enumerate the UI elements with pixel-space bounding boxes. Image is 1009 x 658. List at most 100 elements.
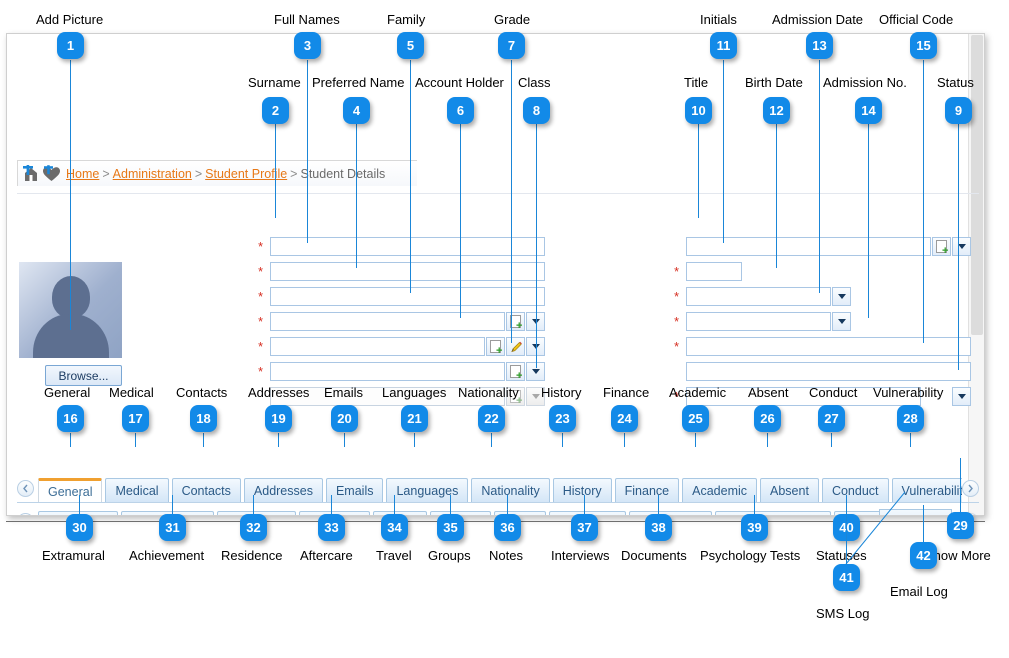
form-column-left: * * * * + * + * + + — [125, 234, 545, 409]
field-wrapper — [270, 262, 545, 281]
tab-general[interactable]: General — [38, 478, 103, 502]
form-row: * — [551, 384, 971, 409]
tab-addresses[interactable]: Addresses — [243, 478, 323, 502]
tab-residence[interactable]: Residence — [216, 511, 296, 515]
tab-psychology-tests[interactable]: Psychology Tests — [714, 511, 832, 515]
birth-date-input[interactable] — [686, 287, 831, 306]
callout-badge-38: 38 — [645, 514, 672, 541]
dropdown-arrow-button[interactable] — [832, 312, 851, 331]
family-input[interactable] — [270, 312, 505, 331]
tab-medical[interactable]: Medical — [105, 478, 169, 502]
edit-pencil-icon-button[interactable] — [506, 337, 525, 356]
student-photo[interactable] — [19, 262, 122, 358]
add-new-icon-button[interactable]: + — [506, 387, 525, 407]
callout-badge-36: 36 — [494, 514, 521, 541]
admission-date-input[interactable] — [686, 312, 831, 331]
form-row — [551, 359, 971, 384]
chevron-left-icon — [23, 484, 28, 493]
field-wrapper: + — [270, 337, 545, 357]
tab-achievement[interactable]: Achievement — [121, 511, 214, 515]
tabs-next-button-row1[interactable] — [962, 480, 979, 497]
tab-documents[interactable]: Documents — [628, 511, 712, 515]
pencil-icon — [511, 341, 522, 353]
callout-badge-32: 32 — [240, 514, 267, 541]
add-new-icon-button[interactable]: + — [506, 312, 525, 332]
tab-label: History — [562, 483, 602, 498]
form-row: + — [125, 384, 545, 409]
tab-notes[interactable]: Notes — [493, 511, 547, 515]
dropdown-arrow-button[interactable] — [526, 337, 545, 356]
admission-number-input[interactable] — [686, 337, 971, 356]
form-column-right: + * * * * * — [551, 234, 971, 409]
field-wrapper — [686, 287, 971, 306]
full-names-input[interactable] — [270, 262, 545, 281]
dropdown-arrow-button[interactable] — [952, 237, 971, 256]
add-new-icon-button[interactable]: + — [486, 337, 505, 357]
tab-label: Academic — [692, 483, 748, 498]
callout-label-35: Groups — [428, 548, 471, 563]
tab-conduct[interactable]: Conduct — [821, 478, 889, 502]
breadcrumb-home[interactable]: Home — [66, 167, 99, 181]
class-input[interactable] — [270, 387, 505, 406]
grade-input[interactable] — [270, 362, 505, 381]
favourite-heart-icon[interactable] — [42, 165, 61, 182]
callout-label-41: SMS Log — [816, 606, 870, 621]
initials-input[interactable] — [686, 262, 742, 281]
menu-item-sms-log[interactable]: SMS Log — [879, 509, 953, 515]
callout-label-11: Initials — [700, 12, 737, 27]
tab-emails[interactable]: Emails — [325, 478, 384, 502]
browse-button[interactable]: Browse... — [45, 365, 122, 386]
form-row: * — [551, 309, 971, 334]
field-wrapper — [270, 287, 545, 306]
avatar-body — [33, 314, 109, 358]
dropdown-arrow-button[interactable] — [526, 387, 545, 406]
tab-academic[interactable]: Academic — [682, 478, 758, 502]
tab-nationality[interactable]: Nationality — [471, 478, 550, 502]
callout-badge-37: 37 — [571, 514, 598, 541]
add-new-icon-button[interactable]: + — [932, 237, 951, 257]
callout-label-33: Aftercare — [300, 548, 353, 563]
tabs-prev-button-row2[interactable] — [17, 513, 34, 515]
tab-label: Emails — [335, 483, 374, 498]
breadcrumb-administration[interactable]: Administration — [113, 167, 192, 181]
dropdown-arrow-button[interactable] — [952, 387, 971, 406]
surname-input[interactable] — [270, 237, 545, 256]
tabs-next-button-row2[interactable] — [962, 513, 979, 515]
tab-finance[interactable]: Finance — [614, 478, 680, 502]
callout-label-3: Full Names — [274, 12, 340, 27]
callout-label-42: Email Log — [890, 584, 948, 599]
tab-contacts[interactable]: Contacts — [171, 478, 241, 502]
tabs-prev-button-row1[interactable] — [17, 480, 34, 497]
tab-history[interactable]: History — [552, 478, 612, 502]
dropdown-arrow-button[interactable] — [526, 312, 545, 331]
callout-label-38: Documents — [621, 548, 687, 563]
official-code-input[interactable] — [686, 362, 971, 381]
tab-extramural[interactable]: Extramural — [38, 511, 119, 515]
tab-absent[interactable]: Absent — [760, 478, 819, 502]
add-new-icon-button[interactable]: + — [506, 362, 525, 382]
status-input[interactable] — [686, 387, 921, 406]
tab-groups[interactable]: Groups — [429, 511, 491, 515]
tab-vulnerability[interactable]: Vulnerability — [891, 478, 962, 502]
field-wrapper — [686, 387, 971, 406]
dropdown-arrow-button[interactable] — [832, 287, 851, 306]
callout-label-1: Add Picture — [36, 12, 104, 27]
tab-interviews[interactable]: Interviews — [549, 511, 626, 515]
callout-label-30: Extramural — [42, 548, 105, 563]
tab-languages[interactable]: Languages — [386, 478, 469, 502]
breadcrumb-student-profile[interactable]: Student Profile — [205, 167, 287, 181]
tab-aftercare[interactable]: Aftercare — [298, 511, 370, 515]
tab-label: Finance — [624, 483, 670, 498]
form-row: * + — [125, 334, 545, 359]
home-icon[interactable] — [22, 165, 41, 182]
field-label-birth-date: * — [551, 290, 686, 304]
callout-label-34: Travel — [376, 548, 412, 563]
scrollbar-thumb[interactable] — [971, 35, 983, 335]
preferred-name-input[interactable] — [270, 287, 545, 306]
title-input[interactable] — [686, 237, 931, 256]
dropdown-arrow-button[interactable] — [526, 362, 545, 381]
form-row: * — [551, 334, 971, 359]
account-holder-input[interactable] — [270, 337, 485, 356]
tab-travel[interactable]: Travel — [372, 511, 427, 515]
avatar-head — [52, 276, 90, 318]
